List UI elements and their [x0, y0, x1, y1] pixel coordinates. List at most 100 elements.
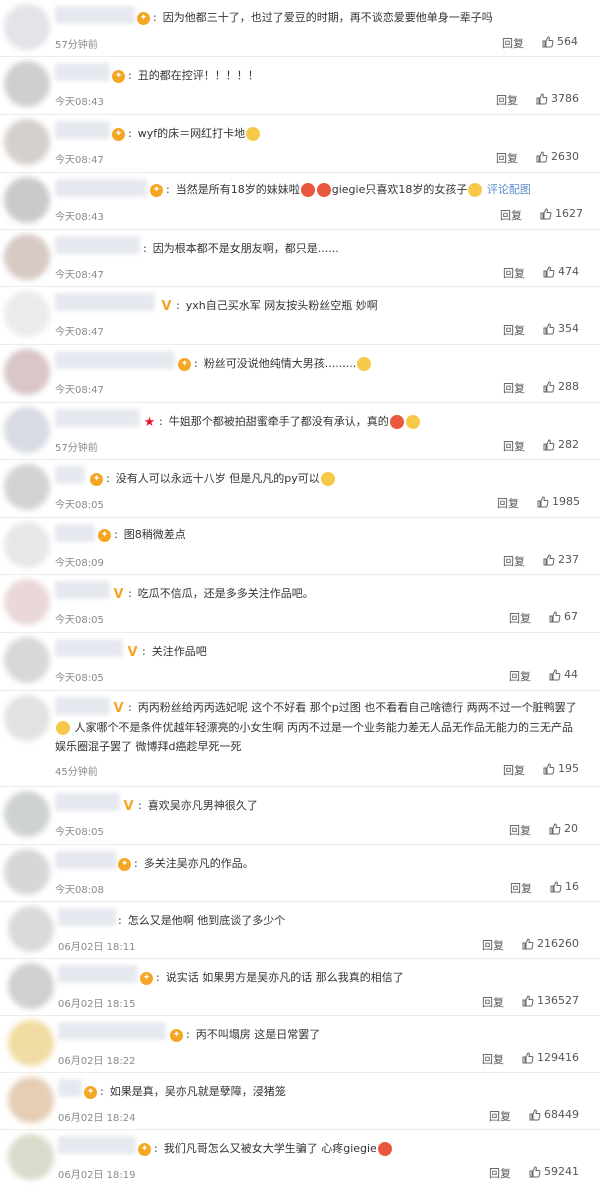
avatar[interactable] [8, 963, 54, 1009]
avatar[interactable] [4, 579, 50, 625]
avatar[interactable] [4, 119, 50, 165]
avatar[interactable] [8, 1134, 54, 1180]
laugh-emoji-icon [246, 127, 261, 141]
username[interactable] [55, 409, 140, 427]
reply-button[interactable]: 回复 [497, 495, 519, 511]
reply-button[interactable]: 回复 [500, 207, 522, 223]
like-button[interactable]: 564 [542, 35, 578, 48]
like-button[interactable]: 1627 [540, 207, 583, 220]
vip-badge-icon: ✦ [84, 1085, 97, 1099]
reply-button[interactable]: 回复 [503, 438, 525, 454]
username[interactable] [55, 581, 110, 599]
avatar[interactable] [4, 522, 50, 568]
username[interactable] [55, 121, 110, 139]
reply-button[interactable]: 回复 [496, 92, 518, 108]
reply-button[interactable]: 回复 [509, 668, 531, 684]
like-button[interactable]: 136527 [522, 994, 579, 1007]
username[interactable] [58, 1079, 82, 1097]
like-button[interactable]: 20 [549, 822, 578, 835]
vip-badge-icon: ✦ [178, 357, 191, 371]
reply-button[interactable]: 回复 [510, 880, 532, 896]
avatar[interactable] [4, 849, 50, 895]
username[interactable] [55, 63, 110, 81]
like-count: 564 [557, 35, 578, 48]
like-button[interactable]: 67 [549, 610, 578, 623]
comment-text-line3: 娱乐圈混子罢了 微博拜d癌趁早死一死 [55, 740, 242, 753]
like-button[interactable]: 68449 [529, 1108, 579, 1121]
comment-item: ✦: wyf的床＝网红打卡地 今天08:47 回复 2630 [0, 115, 600, 173]
username[interactable] [55, 697, 110, 715]
like-button[interactable]: 288 [543, 380, 579, 393]
like-button[interactable]: 44 [549, 668, 578, 681]
like-button[interactable]: 354 [543, 322, 579, 335]
reply-button[interactable]: 回复 [482, 937, 504, 953]
username[interactable] [55, 524, 95, 542]
reply-button[interactable]: 回复 [509, 822, 531, 838]
like-button[interactable]: 474 [543, 265, 579, 278]
username[interactable] [55, 179, 147, 197]
like-button[interactable]: 16 [550, 880, 579, 893]
reply-button[interactable]: 回复 [489, 1165, 511, 1181]
username[interactable] [58, 1022, 166, 1040]
like-count: 2630 [551, 150, 579, 163]
avatar[interactable] [4, 407, 50, 453]
comment-item: : 怎么又是他啊 他到底谈了多少个 06月02日 18:11 回复 216260 [0, 902, 600, 959]
like-count: 59241 [544, 1165, 579, 1178]
comment-item: V: 丙丙粉丝给丙丙选妃呢 这个不好看 那个p过图 也不看看自己啥德行 两两不过一… [0, 691, 600, 787]
like-button[interactable]: 129416 [522, 1051, 579, 1064]
reply-button[interactable]: 回复 [482, 994, 504, 1010]
reply-button[interactable]: 回复 [503, 322, 525, 338]
reply-button[interactable]: 回复 [509, 610, 531, 626]
avatar[interactable] [4, 234, 50, 280]
like-button[interactable]: 237 [543, 553, 579, 566]
username[interactable] [55, 851, 117, 869]
username[interactable] [55, 466, 85, 484]
avatar[interactable] [8, 906, 54, 952]
comment-image-link[interactable]: 评论配图 [487, 183, 531, 196]
username[interactable] [58, 1136, 136, 1154]
comment-item: ✦: 我们凡哥怎么又被女大学生骗了 心疼giegie 06月02日 18:19 回… [0, 1130, 600, 1188]
like-button[interactable]: 59241 [529, 1165, 579, 1178]
reply-button[interactable]: 回复 [482, 1051, 504, 1067]
username[interactable] [55, 639, 123, 657]
reply-button[interactable]: 回复 [503, 265, 525, 281]
reply-button[interactable]: 回复 [503, 380, 525, 396]
avatar[interactable] [4, 637, 50, 683]
like-button[interactable]: 2630 [536, 150, 579, 163]
like-count: 216260 [537, 937, 579, 950]
like-button[interactable]: 3786 [536, 92, 579, 105]
avatar[interactable] [4, 177, 50, 223]
cat-emoji-icon [320, 472, 335, 486]
comment-item: ★: 牛姐那个都被拍甜蜜牵手了都没有承认，真的 57分钟前 回复 282 [0, 403, 600, 460]
avatar[interactable] [4, 695, 50, 741]
username[interactable] [55, 351, 175, 369]
username[interactable] [55, 293, 155, 311]
reply-button[interactable]: 回复 [503, 762, 525, 778]
kiss-emoji-icon [316, 183, 331, 197]
username[interactable] [58, 908, 116, 926]
like-button[interactable]: 195 [543, 762, 579, 775]
avatar[interactable] [4, 61, 50, 107]
username[interactable] [55, 793, 120, 811]
reply-button[interactable]: 回复 [489, 1108, 511, 1124]
username[interactable] [55, 236, 140, 254]
username[interactable] [58, 965, 138, 983]
reply-button[interactable]: 回复 [496, 150, 518, 166]
thumb-up-icon [543, 763, 555, 775]
avatar[interactable] [4, 791, 50, 837]
like-button[interactable]: 1985 [537, 495, 580, 508]
avatar[interactable] [4, 349, 50, 395]
comment-text: 粉丝可没说他纯情大男孩......... [203, 357, 357, 370]
username[interactable] [55, 6, 135, 24]
comment-list: ✦: 因为他都三十了，也过了爱豆的时期，再不谈恋爱要他单身一辈子吗 57分钟前 回… [0, 0, 600, 1188]
thumb-up-icon [529, 1166, 541, 1178]
avatar[interactable] [8, 1077, 54, 1123]
like-button[interactable]: 282 [543, 438, 579, 451]
avatar[interactable] [8, 1020, 54, 1066]
like-button[interactable]: 216260 [522, 937, 579, 950]
avatar[interactable] [4, 4, 50, 50]
reply-button[interactable]: 回复 [503, 553, 525, 569]
avatar[interactable] [4, 291, 50, 337]
avatar[interactable] [4, 464, 50, 510]
reply-button[interactable]: 回复 [502, 35, 524, 51]
